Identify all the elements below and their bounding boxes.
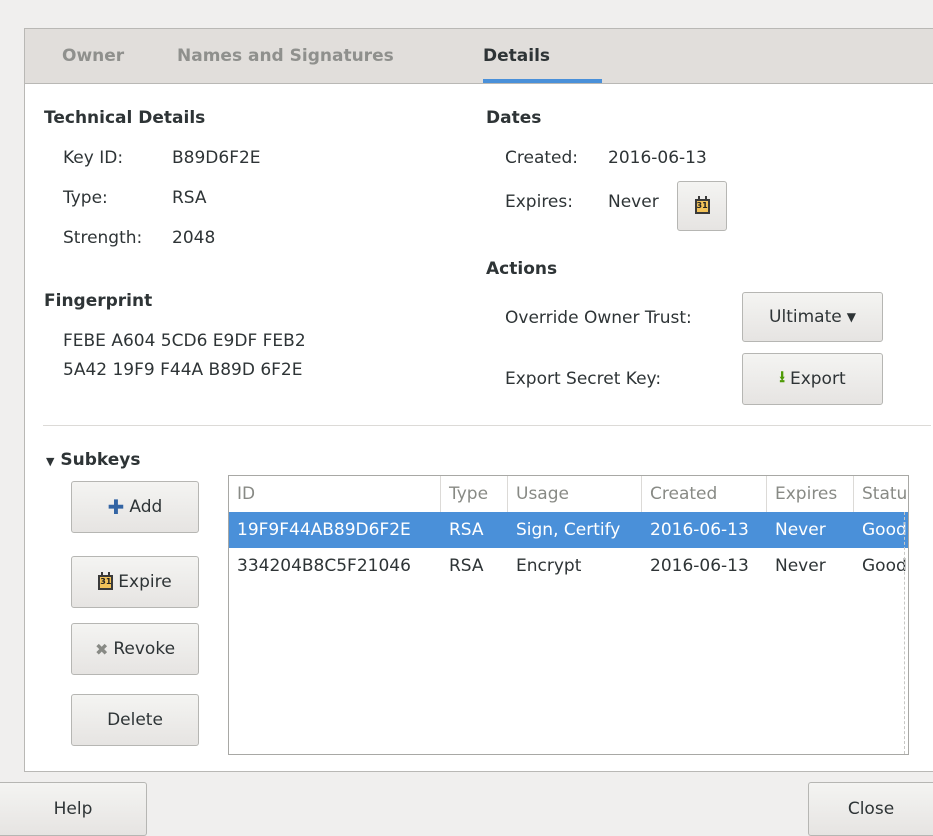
created-label: Created:	[505, 148, 579, 168]
created-value: 2016-06-13	[608, 148, 707, 168]
calendar-icon: 31	[98, 571, 114, 590]
revoke-icon: ✖	[94, 639, 109, 659]
table-row[interactable]: 334204B8C5F21046 RSA Encrypt 2016-06-13 …	[229, 548, 908, 584]
fingerprint-line-1: FEBE A604 5CD6 E9DF FEB2	[63, 331, 306, 351]
type-value: RSA	[172, 188, 207, 208]
delete-button-label: Delete	[107, 710, 163, 730]
key-id-value: B89D6F2E	[172, 148, 261, 168]
cell-created: 2016-06-13	[650, 556, 749, 576]
revoke-button-label: Revoke	[113, 639, 176, 659]
subkeys-table[interactable]: ID Type Usage Created Expires Status 19F…	[228, 475, 909, 755]
cell-usage: Sign, Certify	[516, 520, 621, 540]
revoke-subkey-button[interactable]: ✖ Revoke	[71, 623, 199, 675]
calendar-icon: 31	[694, 195, 710, 214]
strength-label: Strength:	[63, 228, 143, 248]
active-tab-indicator	[483, 79, 602, 83]
column-header-created[interactable]: Created	[642, 476, 767, 512]
column-header-status[interactable]: Status	[854, 476, 908, 512]
change-expiry-button[interactable]: 31	[677, 181, 727, 231]
export-button[interactable]: ⭳ Export	[742, 353, 883, 405]
fingerprint-heading: Fingerprint	[44, 291, 153, 311]
actions-heading: Actions	[486, 259, 558, 279]
subkeys-expander[interactable]: ▼ Subkeys	[46, 450, 141, 470]
export-secret-key-label: Export Secret Key:	[505, 369, 662, 389]
cell-id: 334204B8C5F21046	[237, 556, 411, 576]
close-button[interactable]: Close	[808, 782, 933, 836]
add-icon: ✚	[107, 495, 125, 519]
tab-names-and-signatures[interactable]: Names and Signatures	[177, 29, 394, 83]
add-subkey-button[interactable]: ✚ Add	[71, 481, 199, 533]
close-button-label: Close	[847, 799, 895, 819]
cell-usage: Encrypt	[516, 556, 582, 576]
export-button-label: Export	[789, 369, 846, 389]
cell-id: 19F9F44AB89D6F2E	[237, 520, 411, 540]
type-label: Type:	[63, 188, 108, 208]
column-header-usage[interactable]: Usage	[508, 476, 642, 512]
tab-details[interactable]: Details	[483, 29, 550, 83]
override-owner-trust-label: Override Owner Trust:	[505, 308, 692, 328]
column-header-type[interactable]: Type	[441, 476, 508, 512]
expires-label: Expires:	[505, 192, 573, 212]
expire-subkey-button[interactable]: 31 Expire	[71, 556, 199, 608]
key-id-label: Key ID:	[63, 148, 124, 168]
subkeys-heading: Subkeys	[60, 450, 141, 470]
section-separator	[43, 425, 931, 426]
strength-value: 2048	[172, 228, 216, 248]
column-resize-guide	[904, 512, 905, 754]
cell-type: RSA	[449, 556, 484, 576]
add-button-label: Add	[129, 497, 163, 517]
export-icon: ⭳	[779, 366, 785, 386]
technical-details-heading: Technical Details	[44, 108, 206, 128]
owner-trust-value: Ultimate	[769, 307, 842, 327]
cell-type: RSA	[449, 520, 484, 540]
cell-expires: Never	[775, 556, 826, 576]
help-button[interactable]: Help	[0, 782, 147, 836]
owner-trust-dropdown[interactable]: Ultimate ▼	[742, 292, 883, 342]
cell-status: Good	[862, 520, 907, 540]
expander-arrow-icon: ▼	[46, 455, 55, 468]
tab-bar: Owner Names and Signatures Details	[25, 29, 933, 84]
cell-created: 2016-06-13	[650, 520, 749, 540]
details-notebook: Owner Names and Signatures Details Techn…	[24, 28, 933, 772]
tab-owner[interactable]: Owner	[62, 29, 124, 83]
help-button-label: Help	[53, 799, 93, 819]
dates-heading: Dates	[486, 108, 542, 128]
fingerprint-line-2: 5A42 19F9 F44A B89D 6F2E	[63, 360, 303, 380]
table-row[interactable]: 19F9F44AB89D6F2E RSA Sign, Certify 2016-…	[229, 512, 908, 548]
expires-value: Never	[608, 192, 659, 212]
cell-status: Good	[862, 556, 907, 576]
delete-subkey-button[interactable]: Delete	[71, 694, 199, 746]
cell-expires: Never	[775, 520, 826, 540]
column-header-id[interactable]: ID	[229, 476, 441, 512]
column-header-expires[interactable]: Expires	[767, 476, 854, 512]
expire-button-label: Expire	[118, 572, 172, 592]
chevron-down-icon: ▼	[846, 310, 856, 324]
